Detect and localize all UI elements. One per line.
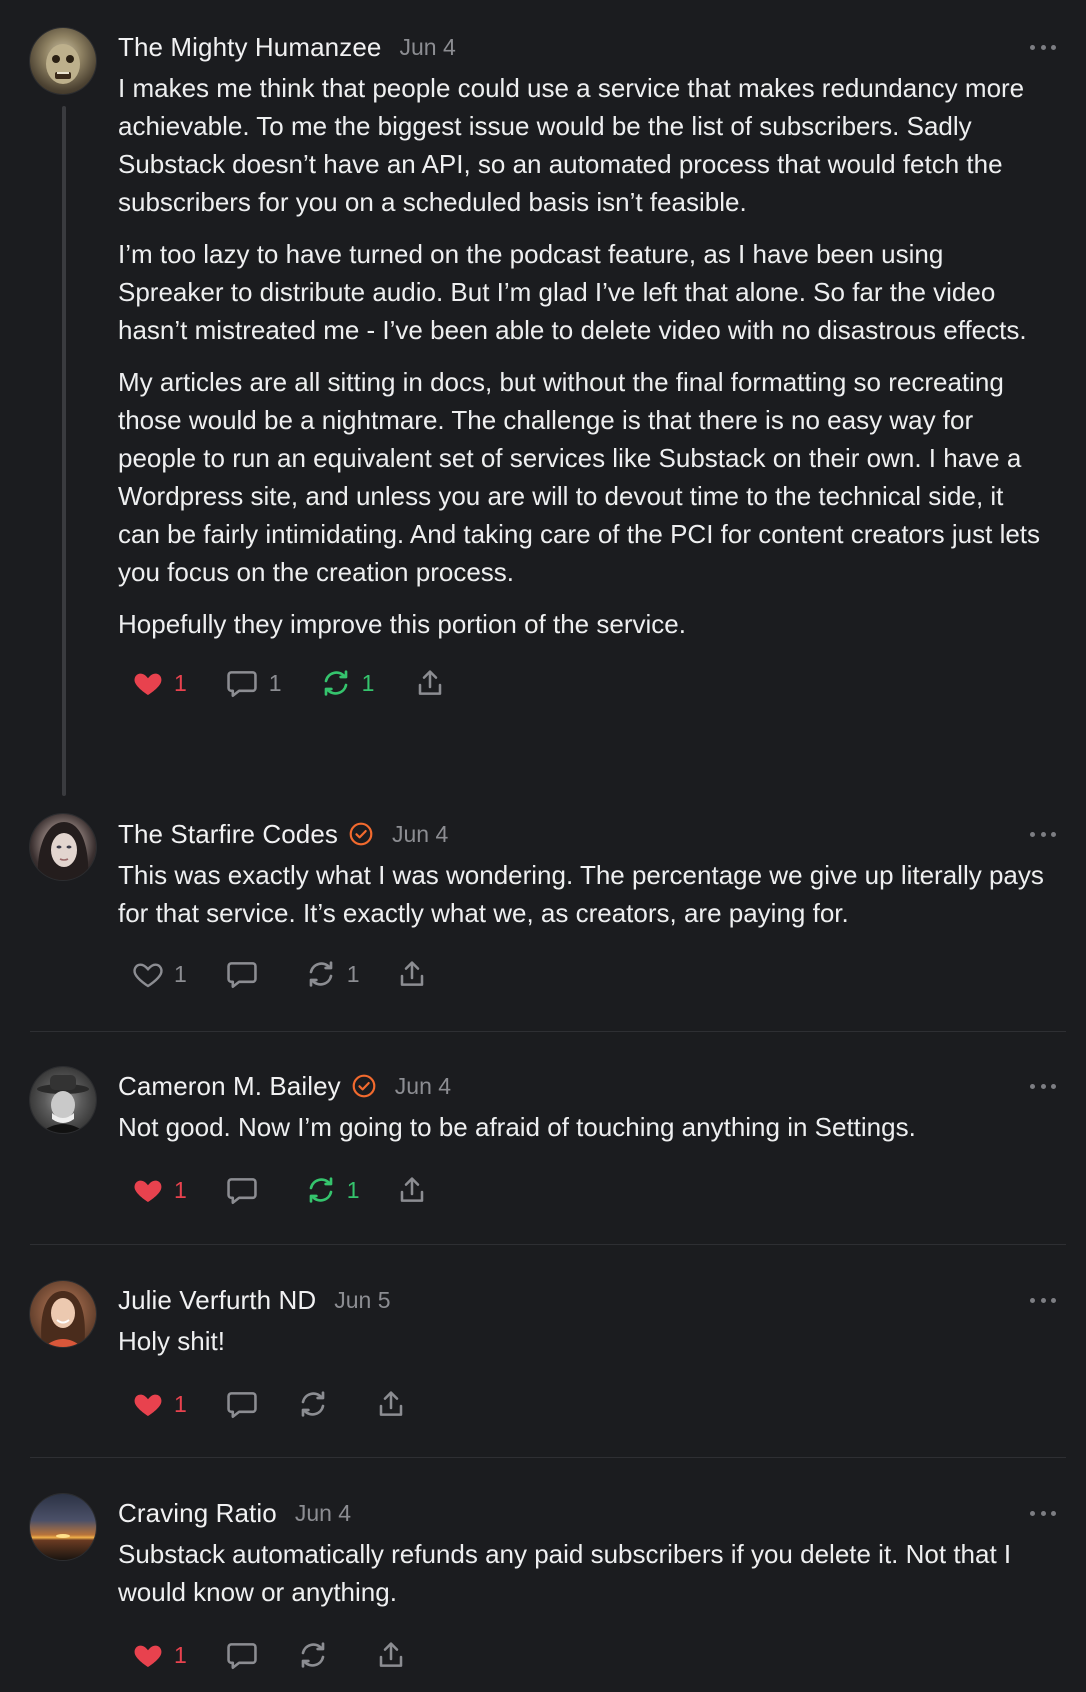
author-name[interactable]: Julie Verfurth ND <box>118 1285 316 1316</box>
comment-paragraph: I’m too lazy to have turned on the podca… <box>118 239 1027 345</box>
divider <box>30 1244 1066 1245</box>
like-count: 1 <box>174 669 187 696</box>
share-button[interactable] <box>396 958 428 990</box>
comment-bubble-icon <box>225 666 259 700</box>
share-icon <box>414 667 446 699</box>
avatar[interactable] <box>30 1281 96 1347</box>
comment-bubble-icon <box>225 957 259 991</box>
like-count: 1 <box>174 960 187 987</box>
share-button[interactable] <box>396 1174 428 1206</box>
comment: Craving Ratio Jun 4 Substack automatical… <box>0 1491 1086 1677</box>
more-options-icon[interactable] <box>1030 1491 1056 1535</box>
heart-filled-icon <box>132 1388 164 1420</box>
share-icon <box>375 1388 407 1420</box>
restack-count: 1 <box>346 960 360 987</box>
comment-date[interactable]: Jun 4 <box>295 1500 351 1527</box>
restack-button[interactable] <box>297 1388 329 1420</box>
avatar[interactable] <box>30 814 96 880</box>
restack-button[interactable] <box>297 1639 329 1671</box>
comment-bubble-icon <box>225 1387 259 1421</box>
like-count: 1 <box>174 1176 187 1203</box>
author-name[interactable]: The Mighty Humanzee <box>118 32 381 63</box>
avatar[interactable] <box>30 28 96 94</box>
comment: The Starfire Codes Jun 4 This was exactl… <box>0 812 1086 996</box>
restack-count: 1 <box>361 669 375 696</box>
author-name[interactable]: Craving Ratio <box>118 1498 277 1529</box>
like-button[interactable]: 1 <box>132 958 187 990</box>
comment-paragraph: Not good. Now I’m going to be afraid of … <box>118 1112 916 1142</box>
restack-button[interactable]: 1 <box>320 667 375 699</box>
comment-feed: The Mighty Humanzee Jun 4 I makes me thi… <box>0 0 1086 1692</box>
comment-body: Substack automatically refunds any paid … <box>118 1535 1052 1611</box>
comment-body: This was exactly what I was wondering. T… <box>118 856 1052 932</box>
avatar[interactable] <box>30 1494 96 1560</box>
comment-date[interactable]: Jun 4 <box>399 34 455 61</box>
share-icon <box>375 1639 407 1671</box>
share-button[interactable] <box>375 1639 407 1671</box>
share-button[interactable] <box>375 1388 407 1420</box>
restack-icon <box>305 958 337 990</box>
comment-bubble-icon <box>225 1173 259 1207</box>
comment-paragraph: I makes me think that people could use a… <box>118 73 1025 217</box>
comment: The Mighty Humanzee Jun 4 I makes me thi… <box>0 25 1086 705</box>
verified-badge-icon <box>348 821 374 847</box>
like-count: 1 <box>174 1390 187 1417</box>
comment-paragraph: My articles are all sitting in docs, but… <box>118 367 1041 587</box>
comment-paragraph: This was exactly what I was wondering. T… <box>118 860 1044 928</box>
comment: Julie Verfurth ND Jun 5 Holy shit! 1 <box>0 1278 1086 1426</box>
restack-icon <box>320 667 352 699</box>
action-bar: 1 1 1 <box>118 661 1052 705</box>
comment-date[interactable]: Jun 4 <box>395 1073 451 1100</box>
restack-icon <box>297 1388 329 1420</box>
reply-button[interactable] <box>225 957 269 991</box>
divider <box>30 1457 1066 1458</box>
comment-body: Not good. Now I’m going to be afraid of … <box>118 1108 1052 1146</box>
share-icon <box>396 1174 428 1206</box>
like-button[interactable]: 1 <box>132 1174 187 1206</box>
comment: Cameron M. Bailey Jun 4 Not good. Now I’… <box>0 1064 1086 1212</box>
heart-filled-icon <box>132 1174 164 1206</box>
comment-paragraph: Hopefully they improve this portion of t… <box>118 609 686 639</box>
like-count: 1 <box>174 1641 187 1668</box>
author-name[interactable]: Cameron M. Bailey <box>118 1071 341 1102</box>
more-options-icon[interactable] <box>1030 25 1056 69</box>
author-name[interactable]: The Starfire Codes <box>118 819 338 850</box>
reply-button[interactable] <box>225 1387 259 1421</box>
action-bar: 1 1 <box>118 952 1052 996</box>
share-button[interactable] <box>414 667 446 699</box>
restack-count: 1 <box>346 1176 360 1203</box>
more-options-icon[interactable] <box>1030 812 1056 856</box>
comment-paragraph: Substack automatically refunds any paid … <box>118 1539 1012 1607</box>
reply-button[interactable] <box>225 1638 259 1672</box>
reply-count: 1 <box>268 669 282 696</box>
comment-body: I makes me think that people could use a… <box>118 69 1052 643</box>
share-icon <box>396 958 428 990</box>
reply-button[interactable]: 1 <box>225 666 282 700</box>
more-options-icon[interactable] <box>1030 1278 1056 1322</box>
comment-bubble-icon <box>225 1638 259 1672</box>
action-bar: 1 <box>118 1382 1052 1426</box>
restack-icon <box>305 1174 337 1206</box>
restack-button[interactable]: 1 <box>305 1174 360 1206</box>
comment-paragraph: Holy shit! <box>118 1326 225 1356</box>
comment-body: Holy shit! <box>118 1322 1052 1360</box>
action-bar: 1 <box>118 1633 1052 1677</box>
reply-button[interactable] <box>225 1173 269 1207</box>
restack-button[interactable]: 1 <box>305 958 360 990</box>
more-options-icon[interactable] <box>1030 1064 1056 1108</box>
verified-badge-icon <box>351 1073 377 1099</box>
like-button[interactable]: 1 <box>132 1388 187 1420</box>
heart-filled-icon <box>132 667 164 699</box>
divider <box>30 1031 1066 1032</box>
avatar[interactable] <box>30 1067 96 1133</box>
action-bar: 1 1 <box>118 1168 1052 1212</box>
heart-filled-icon <box>132 1639 164 1671</box>
like-button[interactable]: 1 <box>132 667 187 699</box>
like-button[interactable]: 1 <box>132 1639 187 1671</box>
comment-date[interactable]: Jun 5 <box>334 1287 390 1314</box>
comment-date[interactable]: Jun 4 <box>392 821 448 848</box>
heart-outline-icon <box>132 958 164 990</box>
restack-icon <box>297 1639 329 1671</box>
